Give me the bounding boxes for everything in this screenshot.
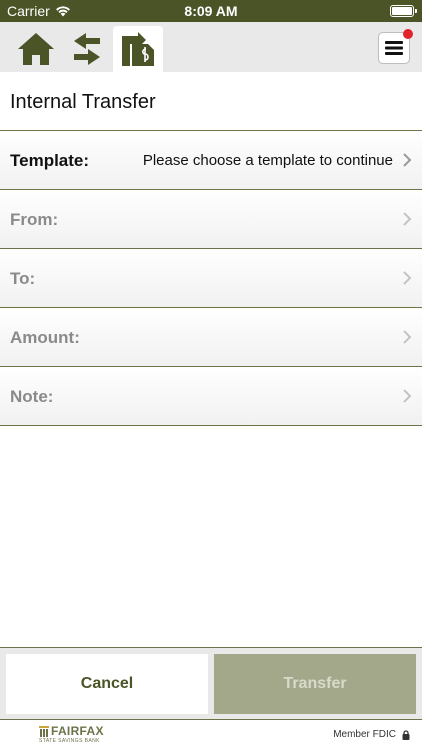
bank-logo: FAIRFAX STATE SAVINGS BANK (39, 725, 104, 744)
note-row[interactable]: Note: (0, 367, 422, 426)
nav-transfer-button[interactable] (62, 26, 112, 72)
action-bar: Cancel Transfer (0, 647, 422, 719)
amount-row[interactable]: Amount: (0, 308, 422, 367)
fdic-label: Member FDIC (333, 729, 396, 740)
chevron-right-icon (403, 153, 412, 167)
home-icon (18, 33, 54, 65)
cancel-button[interactable]: Cancel (6, 654, 208, 714)
clock: 8:09 AM (184, 3, 238, 19)
hamburger-menu-icon (385, 41, 403, 55)
notification-badge (403, 29, 413, 39)
fdic-notice: Member FDIC (333, 729, 410, 740)
note-label: Note: (10, 387, 54, 406)
template-label: Template: (10, 151, 90, 170)
internal-transfer-icon (122, 32, 154, 66)
nav-internal-transfer-button[interactable] (113, 26, 163, 72)
amount-label: Amount: (10, 328, 80, 347)
chevron-right-icon (403, 212, 412, 226)
template-row[interactable]: Template: Please choose a template to co… (0, 131, 422, 190)
nav-home-button[interactable] (11, 26, 61, 72)
transfer-button[interactable]: Transfer (214, 654, 416, 714)
logo-sub-text: STATE SAVINGS BANK (39, 738, 100, 744)
battery-icon (390, 5, 417, 17)
to-row[interactable]: To: (0, 249, 422, 308)
logo-wordmark: FAIRFAX (39, 725, 104, 737)
logo-mark-icon (39, 725, 49, 737)
from-label: From: (10, 210, 59, 229)
chevron-right-icon (403, 271, 412, 285)
chevron-right-icon (403, 389, 412, 403)
page-header: Internal Transfer (0, 72, 422, 131)
footer: FAIRFAX STATE SAVINGS BANK Member FDIC (0, 719, 422, 750)
to-label: To: (10, 269, 36, 288)
page-title: Internal Transfer (10, 91, 156, 113)
nav-bar (0, 22, 422, 72)
transfer-form: Template: Please choose a template to co… (0, 131, 422, 426)
transfer-arrows-icon (74, 33, 100, 65)
logo-main-text: FAIRFAX (51, 724, 104, 738)
template-value: Please choose a template to continue (142, 152, 393, 169)
chevron-right-icon (403, 330, 412, 344)
menu-button[interactable] (378, 29, 413, 64)
from-row[interactable]: From: (0, 190, 422, 249)
lock-icon (402, 729, 410, 740)
status-bar: Carrier 8:09 AM (0, 0, 422, 22)
